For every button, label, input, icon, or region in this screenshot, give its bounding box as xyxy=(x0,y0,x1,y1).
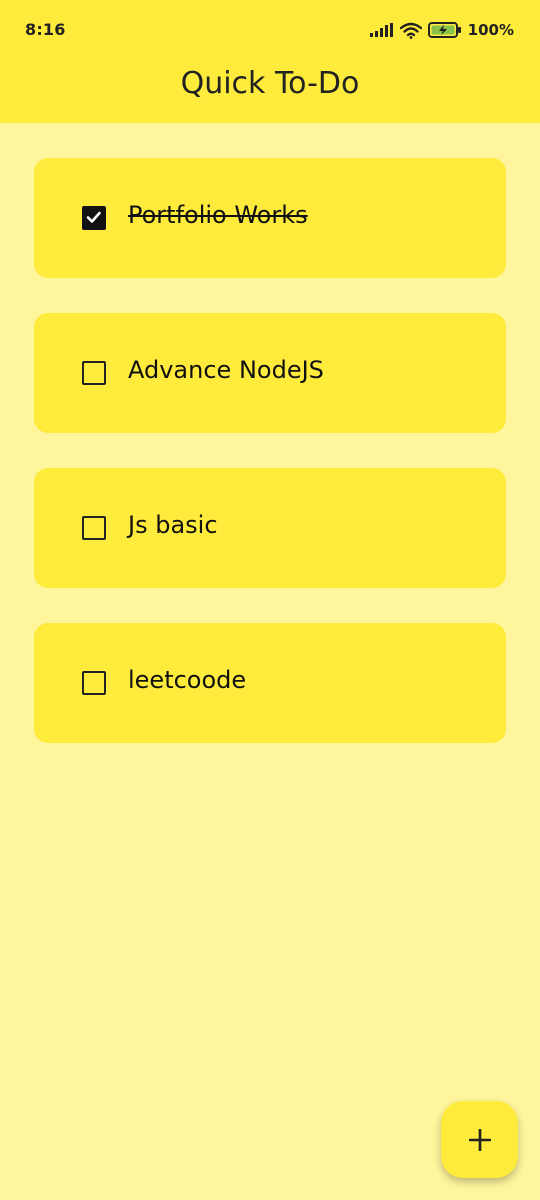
todo-checkbox-checked[interactable] xyxy=(82,206,106,230)
battery-charging-icon xyxy=(427,22,462,38)
app-title: Quick To-Do xyxy=(180,66,360,101)
status-time: 8:16 xyxy=(25,20,66,39)
plus-icon xyxy=(468,1128,491,1151)
todo-label: Portfolio Works xyxy=(128,201,308,229)
add-todo-button[interactable] xyxy=(441,1101,518,1178)
todo-label: leetcoode xyxy=(128,666,247,694)
battery-percentage: 100% xyxy=(467,21,514,39)
todo-checkbox[interactable] xyxy=(82,671,106,695)
todo-label: Js basic xyxy=(128,511,218,539)
signal-icon xyxy=(369,23,394,37)
todo-item[interactable]: Js basic xyxy=(34,468,506,588)
app-bar: Quick To-Do xyxy=(0,58,540,123)
wifi-icon xyxy=(399,22,422,39)
todo-label: Advance NodeJS xyxy=(128,356,324,384)
status-bar: 8:16 100% xyxy=(0,0,540,58)
check-icon xyxy=(86,211,101,223)
status-icons: 100% xyxy=(369,19,514,41)
todo-checkbox[interactable] xyxy=(82,361,106,385)
todo-list: Portfolio Works Advance NodeJS Js basic … xyxy=(34,158,506,778)
todo-checkbox[interactable] xyxy=(82,516,106,540)
todo-item[interactable]: Portfolio Works xyxy=(34,158,506,278)
todo-item[interactable]: leetcoode xyxy=(34,623,506,743)
todo-item[interactable]: Advance NodeJS xyxy=(34,313,506,433)
